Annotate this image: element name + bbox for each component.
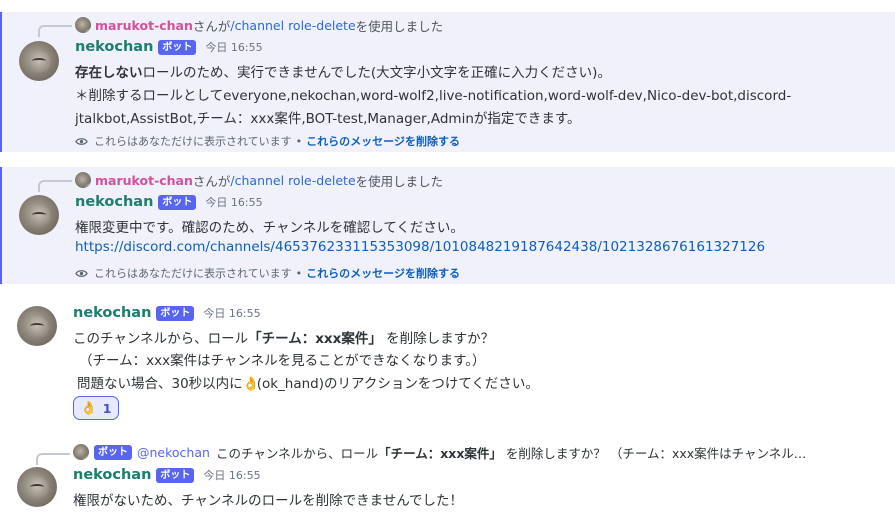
reference-username[interactable]: marukot-chan	[95, 173, 193, 188]
author-name[interactable]: nekochan	[75, 194, 153, 210]
eye-icon	[75, 269, 88, 277]
author-name[interactable]: nekochan	[73, 305, 151, 321]
reference-username[interactable]: marukot-chan	[95, 18, 193, 33]
separator: •	[295, 266, 303, 280]
eye-icon	[75, 137, 88, 145]
reaction-count: 1	[102, 400, 112, 416]
message-text: ロールのため、実行できませんでした(大文字小文字を正確に入力ください)。	[142, 65, 611, 81]
avatar[interactable]	[19, 195, 59, 235]
message-header: nekochan ボット 今日 16:55	[75, 39, 263, 55]
timestamp[interactable]: 今日 16:55	[203, 467, 260, 483]
reply-connector	[38, 25, 72, 37]
reference-command[interactable]: /channel role-delete	[230, 173, 355, 188]
reference-text: さんが	[192, 18, 231, 34]
timestamp[interactable]: 今日 16:55	[203, 305, 260, 321]
message-3: nekochan ボット 今日 16:55 このチャンネルから、ロール「チーム：…	[0, 300, 895, 430]
message-header: nekochan ボット 今日 16:55	[73, 305, 261, 321]
message-ephemeral-1: marukot-chan さんが /channel role-delete を使…	[0, 12, 895, 152]
message-text: 問題ない場合、30秒以内に	[77, 376, 243, 392]
bot-tag: ボット	[156, 305, 195, 321]
ephemeral-note: これらはあなただけに表示されています • これらのメッセージを削除する	[75, 133, 460, 149]
channel-link[interactable]: https://discord.com/channels/46537623311…	[75, 239, 765, 255]
message-ephemeral-2: marukot-chan さんが /channel role-delete を使…	[0, 167, 895, 284]
reference-text-end: を使用しました	[355, 18, 444, 34]
delete-messages-link[interactable]: これらのメッセージを削除する	[306, 133, 460, 149]
bot-tag: ボット	[156, 467, 195, 483]
mini-avatar[interactable]	[73, 444, 89, 460]
timestamp[interactable]: 今日 16:55	[205, 39, 262, 55]
message-line-1: 権限がないため、チャンネルのロールを削除できませんでした！	[73, 493, 464, 509]
timestamp[interactable]: 今日 16:55	[205, 194, 262, 210]
message-4-reply: ボット @nekochan このチャンネルから、ロール「チーム：xxx案件」 を…	[0, 440, 895, 522]
reference-role: 「チーム：xxx案件」	[378, 445, 502, 461]
reply-connector	[38, 180, 72, 192]
ephemeral-note-text: これらはあなただけに表示されています	[94, 267, 292, 280]
reference-text-end: を使用しました	[355, 173, 444, 189]
mini-avatar[interactable]	[75, 17, 91, 33]
author-name[interactable]: nekochan	[73, 467, 151, 483]
message-line-2: ＊削除するロールとしてeveryone,nekochan,word-wolf2,…	[75, 88, 792, 104]
message-line-1: 存在しないロールのため、実行できませんでした(大文字小文字を正確に入力ください)…	[75, 61, 611, 81]
message-header: nekochan ボット 今日 16:55	[73, 467, 261, 483]
bold-text: 存在しない	[75, 65, 143, 81]
avatar[interactable]	[17, 306, 57, 346]
message-line-1: このチャンネルから、ロール「チーム：xxx案件」 を削除しますか？	[73, 327, 494, 347]
separator: •	[295, 134, 303, 148]
message-header: nekochan ボット 今日 16:55	[75, 194, 263, 210]
message-text: (ok_hand)のリアクションをつけてください。	[256, 376, 539, 392]
message-reference[interactable]: marukot-chan さんが /channel role-delete を使…	[75, 16, 443, 34]
message-text: このチャンネルから、ロール	[73, 331, 249, 347]
ephemeral-note: これらはあなただけに表示されています • これらのメッセージを削除する	[75, 265, 460, 281]
reaction-ok-hand[interactable]: 👌 1	[73, 396, 119, 420]
message-line-1: 権限変更中です。確認のため、チャンネルを確認してください。	[75, 220, 464, 236]
author-name[interactable]: nekochan	[75, 39, 153, 55]
reply-connector	[36, 453, 70, 465]
avatar[interactable]	[19, 41, 59, 81]
reference-mention[interactable]: @nekochan	[137, 445, 210, 460]
message-text: を削除しますか？	[381, 331, 495, 347]
message-line-3: jtalkbot,AssistBot,チーム：xxx案件,BOT-test,Ma…	[75, 111, 581, 127]
ephemeral-note-text: これらはあなただけに表示されています	[94, 135, 292, 148]
message-line-3: 問題ない場合、30秒以内に👌(ok_hand)のリアクションをつけてください。	[77, 372, 539, 392]
role-name: 「チーム：xxx案件」	[248, 331, 382, 347]
ok-hand-emoji: 👌	[242, 376, 260, 392]
bot-tag: ボット	[158, 194, 197, 210]
message-reference[interactable]: marukot-chan さんが /channel role-delete を使…	[75, 171, 443, 189]
reference-text[interactable]: このチャンネルから、ロール「チーム：xxx案件」 を削除しますか？ （チーム：x…	[216, 443, 806, 462]
message-reference[interactable]: ボット @nekochan このチャンネルから、ロール「チーム：xxx案件」 を…	[73, 443, 806, 461]
reference-text-pre: このチャンネルから、ロール	[215, 445, 379, 461]
reference-command[interactable]: /channel role-delete	[230, 18, 355, 33]
reference-text: さんが	[192, 173, 231, 189]
delete-messages-link[interactable]: これらのメッセージを削除する	[306, 265, 460, 281]
reference-text-post: を削除しますか？ （チーム：xxx案件はチャンネル…	[501, 445, 807, 461]
bot-tag: ボット	[158, 39, 197, 55]
message-line-2: （チーム：xxx案件はチャンネルを見ることができなくなります。）	[79, 353, 486, 369]
avatar[interactable]	[17, 467, 57, 507]
bot-tag: ボット	[94, 444, 132, 460]
mini-avatar[interactable]	[75, 172, 91, 188]
ok-hand-emoji: 👌	[80, 400, 97, 416]
